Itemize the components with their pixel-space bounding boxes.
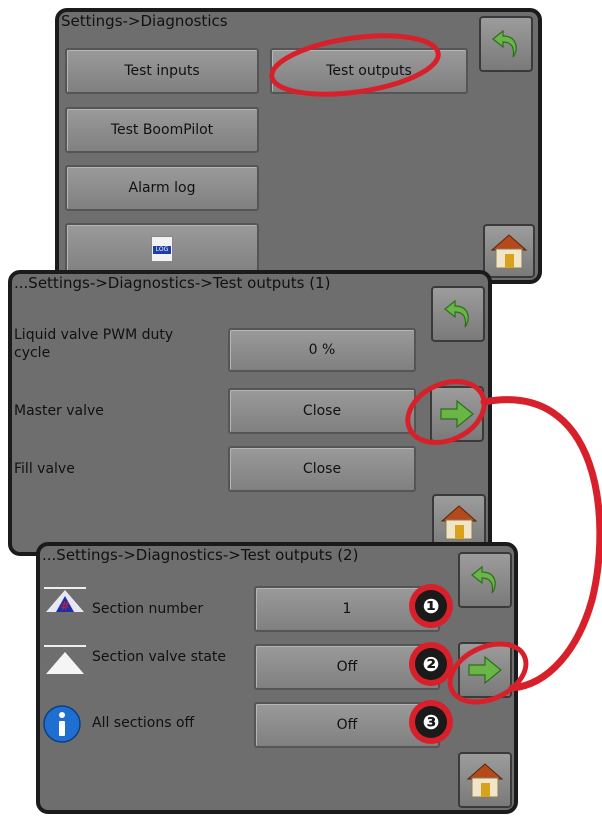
liquid-valve-pwm-label: Liquid valve PWM duty cycle: [14, 327, 174, 361]
home-button[interactable]: [483, 224, 535, 278]
export-log-button[interactable]: LOG: [65, 223, 259, 275]
master-valve-field[interactable]: Close: [228, 388, 416, 434]
section-valve-state-label: Section valve state: [92, 649, 227, 665]
all-sections-off-label: All sections off: [92, 715, 195, 731]
master-valve-label: Master valve: [14, 403, 104, 419]
back-arrow-icon: [471, 565, 496, 594]
back-arrow-icon: [492, 29, 517, 58]
panel-title: ...Settings->Diagnostics->Test outputs (…: [14, 274, 331, 292]
info-icon: [43, 705, 81, 743]
back-arrow-icon: [444, 299, 469, 328]
home-icon: [490, 234, 528, 269]
back-button[interactable]: [479, 16, 533, 72]
section-valve-icon: [44, 645, 86, 674]
callout-3: ❸: [409, 700, 453, 744]
fill-valve-label: Fill valve: [14, 461, 75, 477]
back-button[interactable]: [431, 286, 485, 342]
test-outputs-1-panel: ...Settings->Diagnostics->Test outputs (…: [8, 270, 492, 556]
back-button[interactable]: [458, 552, 512, 608]
svg-text:#: #: [60, 599, 70, 613]
home-icon: [440, 505, 478, 540]
callout-1: ❶: [409, 584, 453, 628]
diagnostics-panel: Settings->Diagnostics Test inputs Test o…: [55, 8, 542, 284]
fill-valve-field[interactable]: Close: [228, 446, 416, 492]
test-inputs-button[interactable]: Test inputs: [65, 48, 259, 94]
home-icon: [466, 763, 504, 798]
next-page-button[interactable]: [458, 642, 512, 698]
test-outputs-button[interactable]: Test outputs: [270, 48, 468, 94]
next-arrow-icon: [468, 655, 502, 685]
next-arrow-icon: [440, 399, 474, 429]
next-page-button[interactable]: [430, 386, 484, 442]
panel-title: ...Settings->Diagnostics->Test outputs (…: [42, 546, 359, 564]
liquid-valve-pwm-field[interactable]: 0 %: [228, 328, 416, 372]
home-button[interactable]: [458, 752, 512, 808]
log-file-icon: LOG: [151, 236, 173, 262]
panel-title: Settings->Diagnostics: [61, 12, 228, 30]
section-number-icon: #: [44, 587, 86, 613]
alarm-log-button[interactable]: Alarm log: [65, 165, 259, 211]
section-number-label: Section number: [92, 601, 204, 617]
test-boompilot-button[interactable]: Test BoomPilot: [65, 107, 259, 153]
callout-2: ❷: [409, 642, 453, 686]
